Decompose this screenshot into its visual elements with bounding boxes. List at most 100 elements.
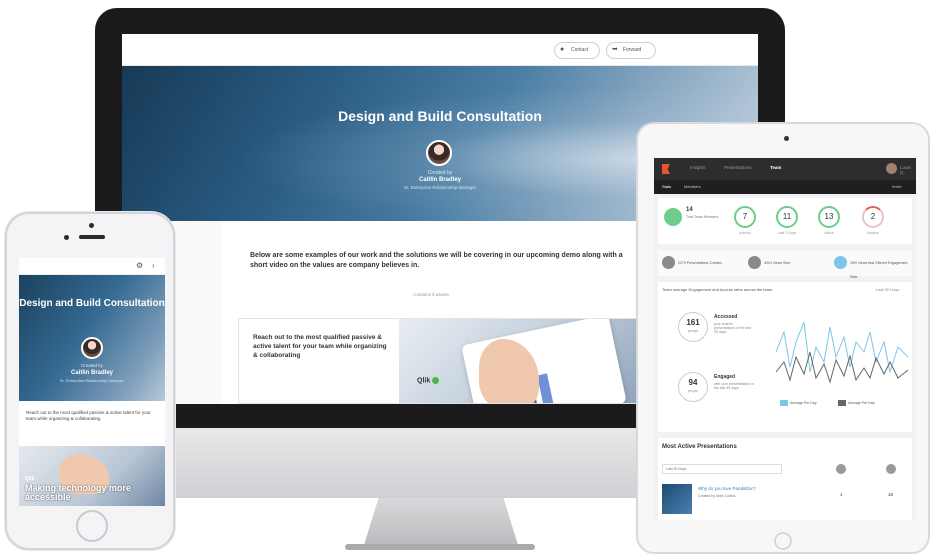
overlay-headline: Making technology more accessible (25, 483, 132, 502)
illustration-bar (537, 373, 555, 403)
intro-text: Below are some examples of our work and … (250, 252, 623, 269)
qlik-dot-icon (432, 377, 440, 384)
ipad-screen: Insights Presentations Team Louis G. Sta… (654, 158, 916, 520)
presentation-thumbnail[interactable] (662, 484, 692, 514)
imac-stand (363, 498, 519, 548)
tablet-subnav: Stats Members Invite (654, 180, 916, 194)
chip-engagement: 18% Views that Offered Engagement Rate (834, 256, 910, 279)
asset-card-text: Reach out to the most qualified passive … (253, 334, 387, 359)
iphone-speaker (79, 235, 105, 239)
presentation-shares: 16 (888, 492, 894, 497)
desktop-topbar: ● Contact ➥ Forward (122, 34, 758, 66)
team-stats-panel: 14 Total Team Members 7 Admins 11 Last 7… (658, 198, 912, 244)
stat-ring: 13 (818, 206, 840, 228)
phone-card-image[interactable]: Qlik Making technology more accessible (19, 446, 165, 506)
series-line-gray (776, 351, 908, 384)
asset-card-image: Qlik (399, 319, 637, 403)
accessed-unit: people (687, 329, 699, 333)
forward-icon: ➥ (612, 46, 618, 53)
chip-label: 18% Views that Offered Engagement Rate (850, 261, 908, 279)
legend-swatch (780, 400, 788, 406)
assets-count: Contains 5 assets (413, 292, 449, 297)
tab-members[interactable]: Members (684, 184, 701, 189)
most-active-title: Most Active Presentations (662, 444, 737, 450)
qlik-logo: Qlik (25, 476, 35, 482)
legend-swatch (838, 400, 846, 406)
engagement-title: Team average Engagement and Access rates… (662, 287, 773, 292)
stat-ring-label: Inactive (866, 231, 880, 235)
ipad-home-button (774, 532, 792, 550)
avatar (426, 140, 452, 166)
user-name: Louis G. (900, 165, 911, 175)
qlik-label: Qlik (417, 377, 431, 385)
views-icon (748, 256, 761, 269)
engaged-unit: people (687, 389, 699, 393)
created-by-label: Created by (80, 363, 103, 368)
iphone-device: ⚙ › Design and Build Consultation Create… (5, 212, 175, 550)
most-active-filter[interactable]: Last 30 Days (662, 464, 782, 474)
engaged-ring: 94 people (678, 372, 708, 402)
engagement-filter[interactable]: Last 30 Days (876, 287, 899, 292)
chip-presentations: 2279 Presentations Created (662, 256, 722, 270)
team-members-icon (664, 208, 682, 226)
avatar (81, 337, 103, 359)
imac-foot (345, 544, 535, 550)
most-active-panel: Most Active Presentations Last 30 Days W… (658, 438, 912, 520)
presentation-title[interactable]: Why do you love PandaDoc? (698, 486, 756, 491)
apple-logo-icon (425, 448, 455, 480)
forward-label: Forward (623, 47, 642, 53)
accessed-label: Accessed (714, 314, 738, 320)
engaged-sub: with your presentations in the last 30 d… (714, 382, 754, 390)
presentation-views: 1 (840, 492, 843, 497)
qlik-logo: Qlik (417, 377, 440, 385)
chip-label: 3024 Views Sent (764, 261, 791, 265)
iphone-home-button (76, 510, 108, 542)
stat-ring-label: Last 7 Days (777, 231, 797, 235)
contact-icon: ● (560, 46, 565, 53)
tablet-navbar: Insights Presentations Team Louis G. (654, 158, 916, 180)
nav-item-team[interactable]: Team (770, 165, 781, 170)
team-members-count: 14 (686, 207, 693, 213)
iphone-sensor (64, 235, 69, 240)
legend-item: Average Per Day (838, 400, 875, 406)
author-role: Sr. Enterprise Relationship Manager (59, 378, 125, 383)
legend-label: Average Per Day (790, 401, 817, 405)
presentations-icon (662, 256, 675, 269)
author-name: Caitlin Bradley (70, 370, 113, 376)
stat-ring: 2 (862, 206, 884, 228)
gear-icon[interactable]: ⚙ (136, 261, 143, 270)
engagement-panel: Team average Engagement and Access rates… (658, 282, 912, 432)
invite-link[interactable]: Invite (892, 184, 902, 189)
chevron-right-icon[interactable]: › (152, 261, 155, 270)
legend-label: Average Per Day (848, 401, 875, 405)
stat-ring: 7 (734, 206, 756, 228)
iphone-camera (89, 223, 94, 228)
summary-chips: 2279 Presentations Created 3024 Views Se… (658, 250, 912, 279)
team-members-label: Total Team Members (686, 215, 719, 219)
engagement-icon (834, 256, 847, 269)
views-column-icon (836, 464, 846, 474)
contact-button[interactable]: ● Contact (554, 42, 600, 59)
nav-item-insights[interactable]: Insights (690, 165, 706, 170)
accessed-ring: 161 people (678, 312, 708, 342)
forward-button[interactable]: ➥ Forward (606, 42, 656, 59)
user-avatar[interactable] (886, 163, 897, 174)
phone-hero: Design and Build Consultation Created by… (19, 275, 165, 401)
ipad-camera (784, 136, 789, 141)
stat-ring: 11 (776, 206, 798, 228)
desktop-content: Below are some examples of our work and … (222, 221, 640, 404)
nav-item-presentations[interactable]: Presentations (724, 165, 752, 170)
iphone-screen: ⚙ › Design and Build Consultation Create… (19, 258, 165, 506)
engagement-line-chart (776, 321, 908, 384)
contact-label: Contact (571, 47, 589, 53)
accessed-sub: your shared presentations in the last 30… (714, 322, 751, 334)
stat-ring-label: Admins (739, 231, 751, 235)
chip-views: 3024 Views Sent (748, 256, 790, 270)
tab-stats[interactable]: Stats (662, 184, 671, 189)
legend-item: Average Per Day (780, 400, 817, 406)
engaged-label: Engaged (714, 374, 736, 380)
asset-card[interactable]: Reach out to the most qualified passive … (238, 318, 638, 404)
phone-card-text: Reach out to the most qualified passive … (26, 410, 151, 421)
stat-ring-label: Active (824, 231, 834, 235)
brand-flag-icon (662, 164, 670, 174)
